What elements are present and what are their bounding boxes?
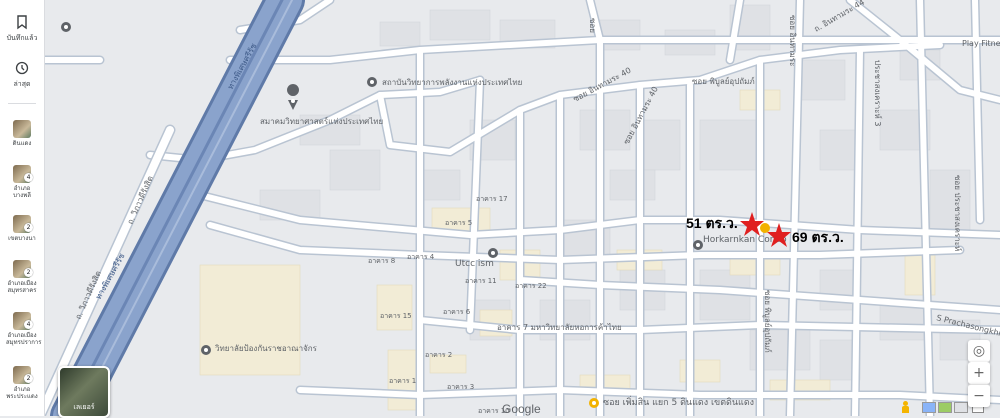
recent-thumbnail: 4 xyxy=(13,312,33,330)
building-label: อาคาร 4 xyxy=(407,253,435,261)
recent-count-badge: 2 xyxy=(24,374,33,383)
road-label-right-v: ประชาสงเคราะห์ 3 xyxy=(873,60,883,126)
place-label-play-fitness[interactable]: Play Fitne xyxy=(962,39,1000,48)
minus-icon: − xyxy=(973,388,985,404)
recent-item-label: อำเภอพระประแดง xyxy=(6,386,38,400)
map-canvas[interactable]: ทางพิเศษศรีรัช ทางพิเศษศรีรัช ถ. วิภาวดี… xyxy=(0,0,1000,416)
road-label-top-center: ซอย อินทามระ xyxy=(788,15,797,66)
recent-item-label: อำเภอเมืองสมุทรสาคร xyxy=(7,280,37,294)
recent-thumbnail: 4 xyxy=(13,165,33,183)
recent-count-badge: 2 xyxy=(24,223,33,232)
recent-item[interactable]: 4 อำเภอบางพลี xyxy=(6,165,38,199)
building-label: อาคาร 2 xyxy=(425,351,452,359)
layers-label: เลเยอร์ xyxy=(73,403,95,411)
building-label: อาคาร 8 xyxy=(368,257,395,265)
place-label-college[interactable]: วิทยาลัยป้องกันราชอาณาจักร xyxy=(214,344,317,353)
road-label-vertical-right: ซอย ประชาสงเคราะห์ xyxy=(953,175,963,251)
building-label: อาคาร 22 xyxy=(515,282,547,290)
saved-button[interactable]: บันทึกแล้ว xyxy=(0,14,44,44)
recent-item[interactable]: ดินแดง xyxy=(6,120,38,147)
recent-item[interactable]: 2 อำเภอพระประแดง xyxy=(6,366,38,400)
terrain-thumb-icon[interactable] xyxy=(938,402,952,413)
place-pin-icon[interactable] xyxy=(61,22,71,32)
building-label: อาคาร 1 xyxy=(389,377,416,385)
place-label-engineering-institute[interactable]: สถาบันวิทยาการพลังงานแห่งประเทศไทย xyxy=(382,78,522,87)
recent-item[interactable]: 2 อำเภอเมืองสมุทรสาคร xyxy=(6,260,38,294)
plus-icon: + xyxy=(973,365,985,381)
traffic-thumb-icon[interactable] xyxy=(954,402,968,413)
zoom-out-button[interactable]: − xyxy=(968,384,990,407)
recent-item-label: ดินแดง xyxy=(12,140,32,147)
my-location-button[interactable]: ◎ xyxy=(968,340,990,362)
sidebar-divider xyxy=(8,103,36,104)
marker-label-69: 69 ตร.ว. xyxy=(792,229,844,245)
place-pin-icon[interactable] xyxy=(201,345,211,355)
recents-button[interactable]: ล่าสุด xyxy=(0,60,44,90)
road-label-vertical-mid: ซอย พิบูลย์อุปถัมภ์ xyxy=(762,290,773,353)
bookmark-icon xyxy=(17,15,27,30)
place-pin-icon[interactable] xyxy=(760,223,770,233)
building-label: อาคาร 6 xyxy=(443,308,471,316)
pegman-icon[interactable] xyxy=(900,401,910,413)
layers-button[interactable]: เลเยอร์ xyxy=(58,366,110,418)
my-location-icon: ◎ xyxy=(972,343,986,359)
building-label: อาคาร 17 xyxy=(476,195,508,203)
sidebar: บันทึกแล้ว ล่าสุด ดินแดง 4 อำเภอบางพลี 2… xyxy=(0,0,45,416)
recent-item-label: เขตบางนา xyxy=(8,235,36,242)
recent-thumbnail xyxy=(13,120,31,138)
imagery-thumb-icon[interactable] xyxy=(922,402,936,413)
building-label: อาคาร 5 xyxy=(445,219,472,227)
marker-label-51: 51 ตร.ว. xyxy=(686,215,738,231)
recent-thumbnail: 2 xyxy=(13,260,33,278)
recent-count-badge: 4 xyxy=(24,173,33,182)
place-label-utcc-building7[interactable]: อาคาร 7 มหาวิทยาลัยหอการค้าไทย xyxy=(497,323,622,332)
place-pin-icon[interactable] xyxy=(589,398,599,408)
building-label: อาคาร 15 xyxy=(380,312,412,320)
road-label-soi-top: ซอย xyxy=(588,18,597,33)
place-pin-icon[interactable] xyxy=(367,77,377,87)
google-logo: Google xyxy=(502,402,541,416)
history-icon xyxy=(15,61,29,75)
recent-thumbnail: 2 xyxy=(13,366,33,384)
saved-label: บันทึกแล้ว xyxy=(6,34,38,42)
recent-count-badge: 4 xyxy=(24,320,33,329)
recent-item[interactable]: 2 เขตบางนา xyxy=(6,215,38,242)
building-label: อาคาร 11 xyxy=(465,277,497,285)
place-pin-icon[interactable] xyxy=(693,240,703,250)
road-label-soi-phiboon: ซอย พิบูลย์อุปถัมภ์ xyxy=(692,76,755,87)
recent-thumbnail: 2 xyxy=(13,215,33,233)
place-label-utcc[interactable]: Utcc ism xyxy=(455,259,494,269)
building-label: อาคาร 3 xyxy=(447,383,474,391)
zoom-in-button[interactable]: + xyxy=(968,362,990,384)
recent-count-badge: 2 xyxy=(24,268,33,277)
recent-item[interactable]: 4 อำเภอเมืองสมุทรปราการ xyxy=(6,312,42,346)
place-pin-icon[interactable] xyxy=(488,248,498,258)
recent-item-label: อำเภอบางพลี xyxy=(13,185,31,199)
recent-item-label: อำเภอเมืองสมุทรปราการ xyxy=(6,332,42,346)
place-label-science-society[interactable]: สมาคมวิทยาศาสตร์แห่งประเทศไทย xyxy=(260,116,383,126)
recents-label: ล่าสุด xyxy=(13,80,31,88)
